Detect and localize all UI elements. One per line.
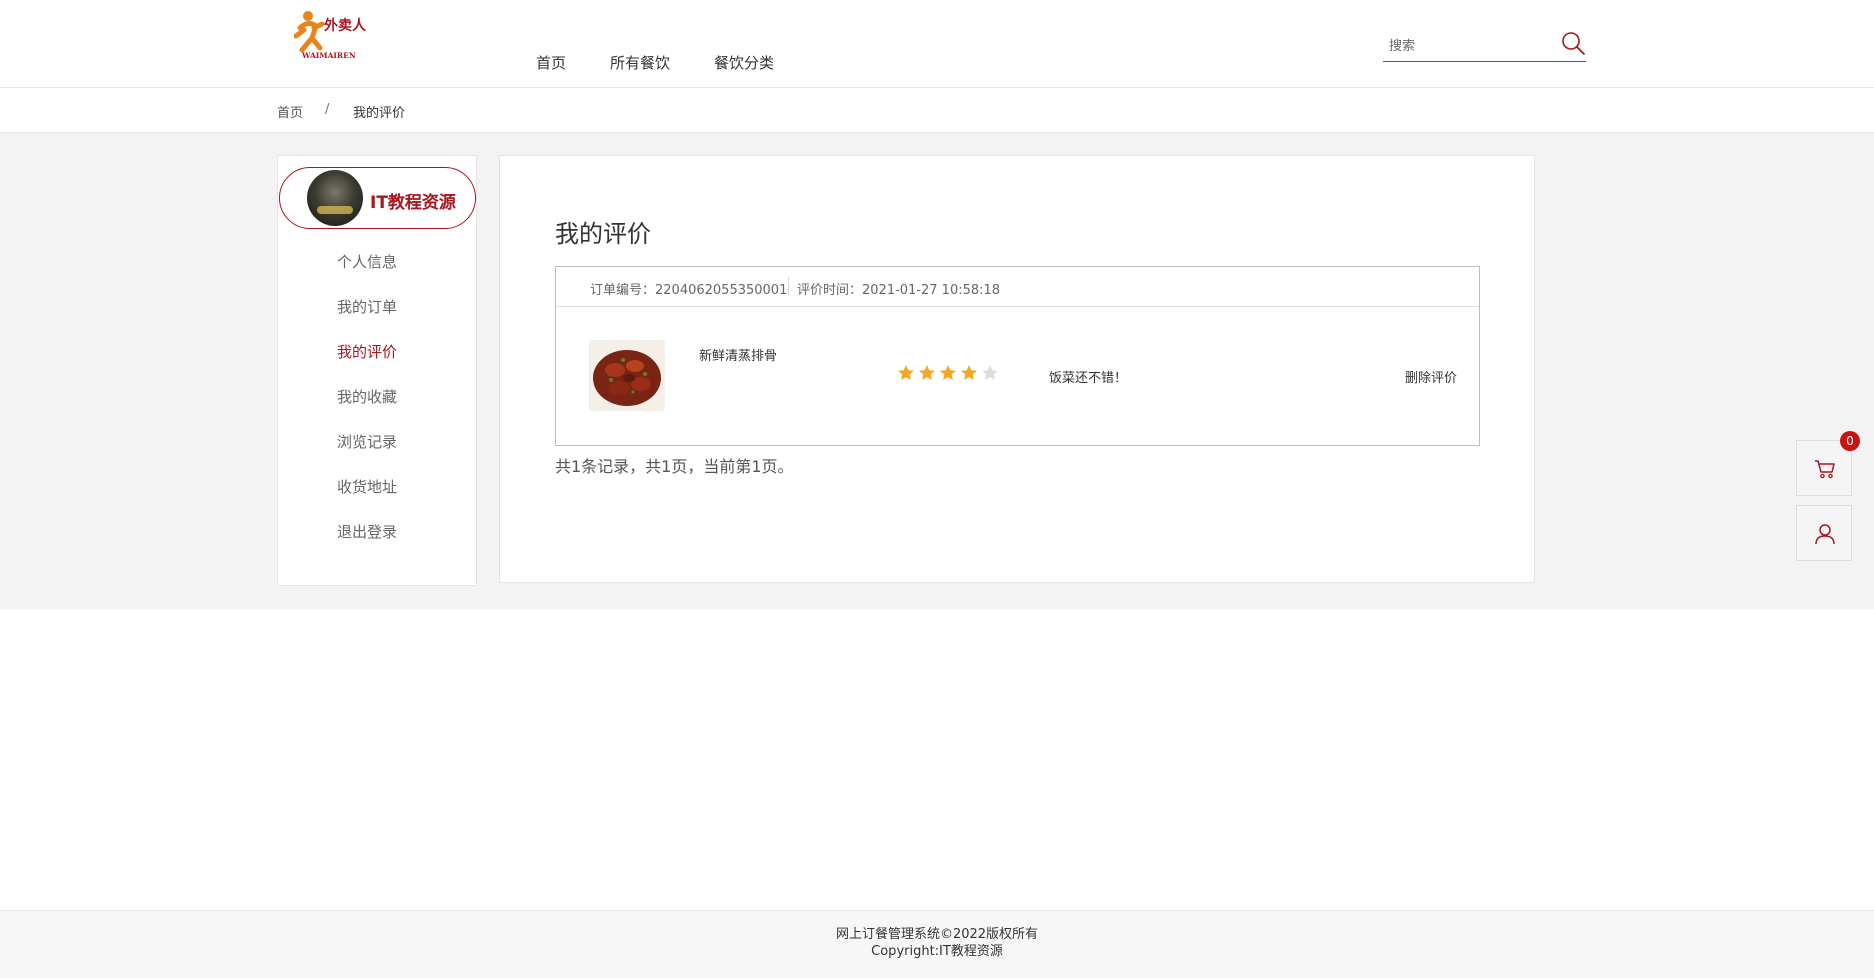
- user-profile-pill[interactable]: IT教程资源: [279, 167, 476, 229]
- star-filled-icon: [961, 365, 977, 380]
- footer: 网上订餐管理系统©2022版权所有 Copyright:IT教程资源: [0, 910, 1874, 978]
- search-input[interactable]: [1389, 36, 1549, 56]
- order-number: 订单编号：2204062055350001: [590, 283, 788, 298]
- search-icon[interactable]: [1560, 30, 1586, 56]
- user-name: IT教程资源: [370, 193, 456, 213]
- star-empty-icon: [982, 365, 998, 380]
- user-sidebar: IT教程资源 个人信息 我的订单 我的评价 我的收藏 浏览记录 收货地址 退出登…: [277, 155, 477, 586]
- sidebar-menu: 个人信息 我的订单 我的评价 我的收藏 浏览记录 收货地址 退出登录: [278, 240, 476, 555]
- review-card: 订单编号：2204062055350001 评价时间：2021-01-27 10…: [555, 266, 1480, 446]
- sidebar-item-profile[interactable]: 个人信息: [278, 240, 476, 285]
- pagination-summary: 共1条记录，共1页，当前第1页。: [555, 457, 794, 476]
- dish-image[interactable]: [589, 340, 665, 411]
- star-filled-icon: [898, 365, 914, 380]
- star-filled-icon: [919, 365, 935, 380]
- cart-count-badge: 0: [1840, 431, 1860, 451]
- review-card-header: 订单编号：2204062055350001 评价时间：2021-01-27 10…: [556, 267, 1479, 307]
- user-center-button[interactable]: [1796, 505, 1852, 561]
- delete-review-button[interactable]: 删除评价: [1405, 367, 1457, 386]
- logo[interactable]: 外卖人 WAIMAIREN: [293, 8, 374, 60]
- header-divider: [788, 277, 789, 295]
- nav-all-restaurants[interactable]: 所有餐饮: [610, 52, 670, 73]
- sidebar-item-addresses[interactable]: 收货地址: [278, 465, 476, 510]
- sidebar-item-favorites[interactable]: 我的收藏: [278, 375, 476, 420]
- nav-categories[interactable]: 餐饮分类: [714, 52, 774, 73]
- dish-name[interactable]: 新鲜清蒸排骨: [699, 345, 777, 364]
- user-icon: [1815, 524, 1835, 545]
- review-text: 饭菜还不错！: [1049, 371, 1128, 386]
- review-time: 评价时间：2021-01-27 10:58:18: [797, 283, 1001, 298]
- star-rating: [897, 364, 999, 382]
- logo-text: 外卖人: [324, 17, 367, 34]
- sidebar-item-history[interactable]: 浏览记录: [278, 420, 476, 465]
- breadcrumb: 首页 / 我的评价: [0, 89, 1874, 133]
- footer-credit: Copyright:IT教程资源: [871, 944, 1003, 959]
- breadcrumb-home[interactable]: 首页: [277, 102, 303, 121]
- main-nav: 首页 所有餐饮 餐饮分类: [536, 52, 774, 73]
- sidebar-item-orders[interactable]: 我的订单: [278, 285, 476, 330]
- avatar: [307, 170, 363, 226]
- header: 外卖人 WAIMAIREN 首页 所有餐饮 餐饮分类: [0, 0, 1874, 88]
- page-title: 我的评价: [555, 220, 651, 248]
- cart-icon: [1815, 460, 1835, 479]
- search-box: [1383, 28, 1586, 62]
- nav-home[interactable]: 首页: [536, 52, 566, 73]
- star-filled-icon: [940, 365, 956, 380]
- logo-subtext: WAIMAIREN: [301, 51, 356, 60]
- main-panel: 我的评价 订单编号：2204062055350001 评价时间：2021-01-…: [499, 155, 1535, 583]
- sidebar-item-logout[interactable]: 退出登录: [278, 510, 476, 555]
- breadcrumb-current: 我的评价: [353, 106, 406, 121]
- breadcrumb-separator: /: [325, 102, 330, 117]
- sidebar-item-reviews[interactable]: 我的评价: [278, 330, 476, 375]
